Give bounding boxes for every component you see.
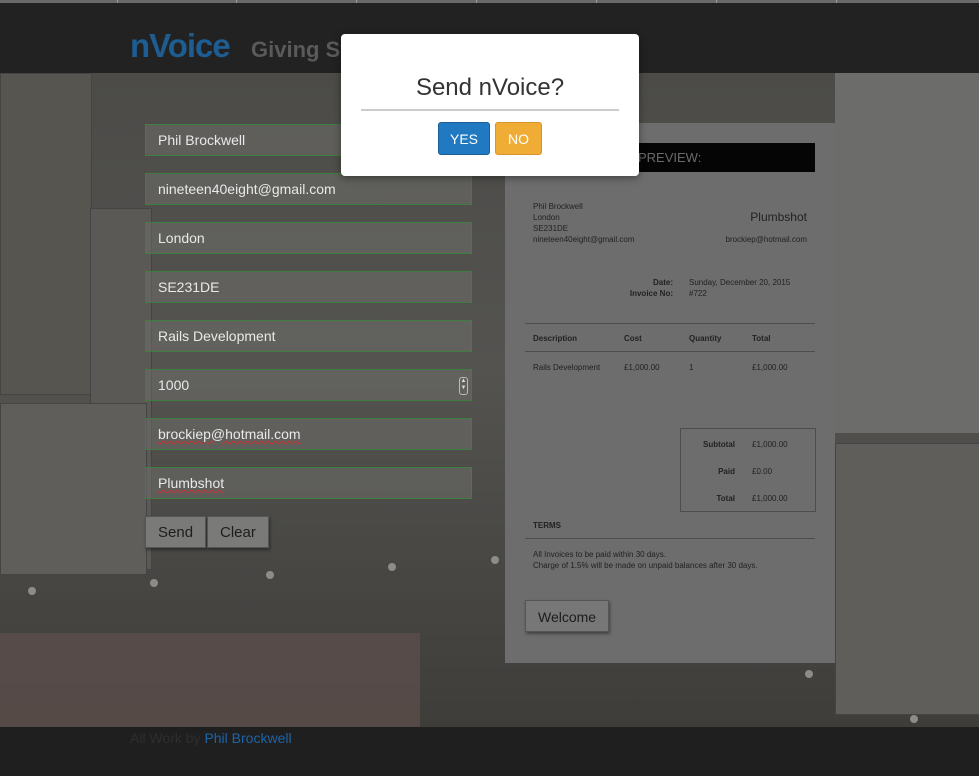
clear-button[interactable]: Clear [207, 516, 269, 548]
invoice-no-value: #722 [689, 289, 707, 298]
invoice-preview: PREVIEW: Phil Brockwell London SE231DE n… [505, 123, 835, 663]
rug [0, 633, 420, 727]
paid-label: Paid [718, 467, 735, 476]
subtotal-label: Subtotal [703, 440, 735, 449]
city-input[interactable]: London [145, 222, 472, 254]
total-label: Total [716, 494, 735, 503]
client-email-value: brockiep@hotmail.com [158, 426, 301, 442]
sender-name: Phil Brockwell [533, 202, 583, 211]
date-label: Date: [652, 278, 673, 287]
row-quantity: 1 [689, 363, 694, 372]
invoice-no-label: Invoice No: [629, 289, 673, 298]
dialog-title: Send nVoice? [415, 74, 565, 101]
description-input[interactable]: Rails Development [145, 320, 472, 352]
send-button[interactable]: Send [145, 516, 207, 548]
client-email-input[interactable]: brockiep@hotmail.com [145, 418, 472, 450]
row-cost: £1,000.00 [624, 363, 660, 372]
cost-value: 1000 [158, 377, 190, 393]
email-input[interactable]: nineteen40eight@gmail.com [145, 173, 472, 205]
row-total: £1,000.00 [752, 363, 788, 372]
sender-city: London [533, 213, 560, 222]
col-quantity: Quantity [689, 334, 722, 343]
totals-box: Subtotal £1,000.00 Paid £0.00 Total £1,0… [680, 428, 816, 512]
logo[interactable]: nVoice [130, 27, 231, 65]
subtotal-value: £1,000.00 [752, 440, 788, 449]
footer-text: All Work by Phil Brockwell [130, 730, 292, 746]
date-value: Sunday, December 20, 2015 [689, 278, 791, 287]
client-name-input[interactable]: Plumbshot [145, 467, 472, 499]
preview-header-label: PREVIEW: [638, 150, 702, 165]
client-email: brockiep@hotmail.com [725, 235, 807, 244]
no-button[interactable]: NO [495, 122, 542, 155]
welcome-button[interactable]: Welcome [525, 600, 610, 632]
tagline: Giving St [251, 37, 348, 62]
sender-email: nineteen40eight@gmail.com [533, 235, 635, 244]
terms-line-1: All Invoices to be paid within 30 days. [533, 550, 666, 559]
confirm-dialog: Send nVoice? YES NO [341, 34, 639, 176]
number-stepper-icon[interactable]: ▲ ▼ [459, 377, 468, 395]
terms-title: TERMS [533, 521, 561, 530]
client-name-value: Plumbshot [158, 475, 225, 491]
row-description: Rails Development [533, 363, 601, 372]
cost-input[interactable]: 1000 ▲ ▼ [145, 369, 472, 401]
terms-line-2: Charge of 1.5% will be made on unpaid ba… [533, 561, 758, 570]
footer-prefix: All Work by [130, 730, 201, 746]
sender-postcode: SE231DE [533, 224, 569, 233]
yes-button[interactable]: YES [438, 122, 490, 155]
total-value: £1,000.00 [752, 494, 788, 503]
col-cost: Cost [624, 334, 642, 343]
footer-author-link[interactable]: Phil Brockwell [204, 730, 291, 746]
postcode-input[interactable]: SE231DE [145, 271, 472, 303]
col-description: Description [533, 334, 578, 343]
col-total: Total [752, 334, 771, 343]
dialog-divider [361, 109, 619, 111]
paid-value: £0.00 [752, 467, 773, 476]
site-footer: All Work by Phil Brockwell [0, 727, 979, 776]
client-name: Plumbshot [750, 210, 807, 224]
